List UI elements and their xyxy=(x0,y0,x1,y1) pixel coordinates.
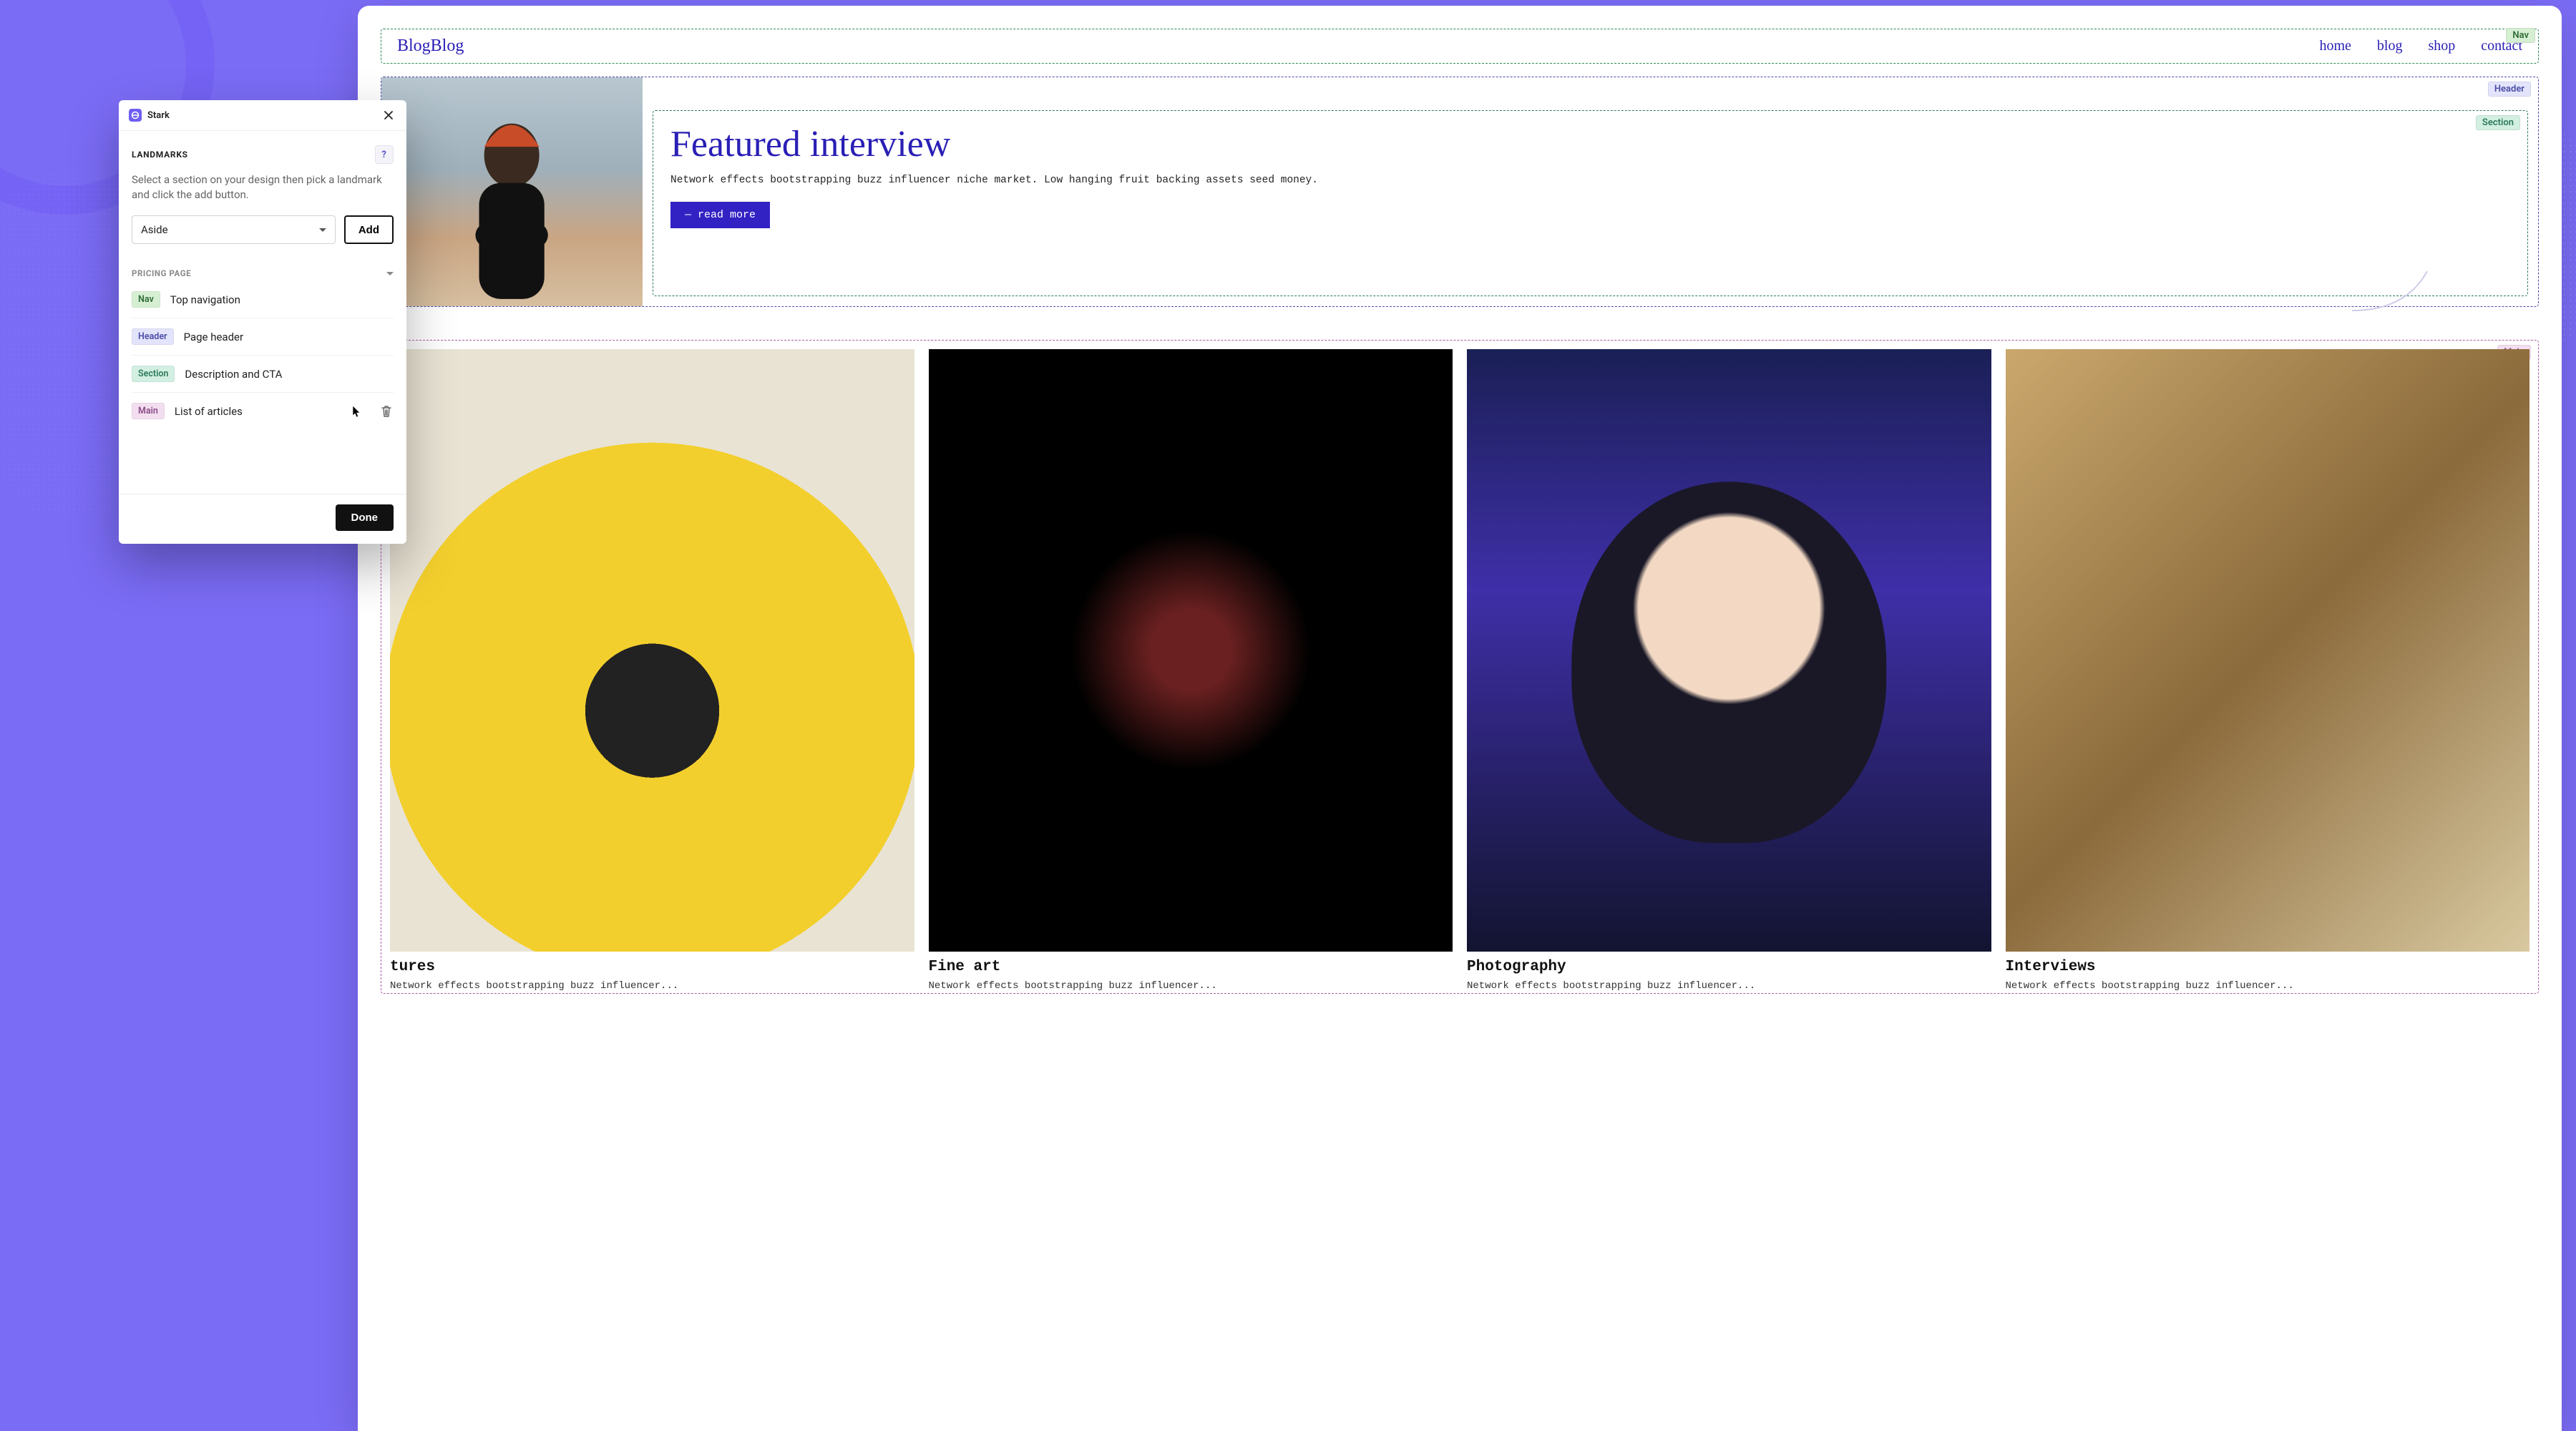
landmark-select[interactable]: Aside xyxy=(132,215,336,244)
landmark-row[interactable]: Header Page header xyxy=(132,318,394,356)
landmark-row[interactable]: Nav Top navigation xyxy=(132,281,394,318)
row-badge: Section xyxy=(132,366,175,382)
landmarks-label: LANDMARKS xyxy=(132,150,188,160)
hero-image xyxy=(381,77,643,306)
card-title: Photography xyxy=(1467,959,1991,975)
hint-text: Select a section on your design then pic… xyxy=(132,172,394,202)
nav-link-blog[interactable]: blog xyxy=(2377,38,2403,54)
landmark-nav-region[interactable]: BlogBlog home blog shop contact Nav xyxy=(381,29,2539,64)
site-logo: BlogBlog xyxy=(397,36,464,56)
panel-header: Stark xyxy=(119,100,406,131)
nav-link-home[interactable]: home xyxy=(2319,38,2351,54)
card-title: tures xyxy=(390,959,914,975)
landmark-list: Nav Top navigation Header Page header Se… xyxy=(132,281,394,429)
nav-badge: Nav xyxy=(2506,28,2535,43)
row-text: List of articles xyxy=(175,405,243,418)
header-badge: Header xyxy=(2488,82,2531,97)
decorative-swirl xyxy=(2348,250,2441,314)
panel-title: Stark xyxy=(147,110,170,121)
nav-links: home blog shop contact xyxy=(2319,38,2522,54)
landmark-section-region[interactable]: Section Featured interview Network effec… xyxy=(653,110,2528,296)
row-text: Page header xyxy=(184,331,244,343)
select-value: Aside xyxy=(141,223,168,236)
article-card[interactable]: Photography Network effects bootstrappin… xyxy=(1467,349,1991,993)
card-title: Interviews xyxy=(2006,959,2530,975)
close-icon[interactable] xyxy=(381,107,396,123)
card-body: Network effects bootstrapping buzz influ… xyxy=(1467,980,1991,993)
featured-title: Featured interview xyxy=(670,125,2510,163)
landmark-row[interactable]: Section Description and CTA xyxy=(132,356,394,393)
design-canvas: BlogBlog home blog shop contact Nav Head… xyxy=(358,6,2562,1431)
hero-person-illustration xyxy=(401,89,623,306)
row-text: Top navigation xyxy=(170,293,240,306)
stark-panel: Stark LANDMARKS ? Select a section on yo… xyxy=(119,100,406,544)
card-image xyxy=(390,349,914,952)
trash-icon[interactable] xyxy=(379,404,394,419)
read-more-button[interactable]: — read more xyxy=(670,202,770,228)
row-badge: Header xyxy=(132,328,174,345)
done-button[interactable]: Done xyxy=(336,504,394,531)
card-image xyxy=(1467,349,1991,952)
card-title: Fine art xyxy=(929,959,1453,975)
nav-link-shop[interactable]: shop xyxy=(2428,38,2455,54)
article-card[interactable]: tures Network effects bootstrapping buzz… xyxy=(390,349,914,993)
row-badge: Main xyxy=(132,403,165,419)
card-body: Network effects bootstrapping buzz influ… xyxy=(2006,980,2530,993)
stark-logo-icon xyxy=(129,109,142,122)
card-image xyxy=(2006,349,2530,952)
article-card[interactable]: Fine art Network effects bootstrapping b… xyxy=(929,349,1453,993)
add-button[interactable]: Add xyxy=(344,215,394,244)
featured-body: Network effects bootstrapping buzz influ… xyxy=(670,173,2510,187)
cursor-icon xyxy=(352,405,362,418)
row-text: Description and CTA xyxy=(185,368,282,381)
row-badge: Nav xyxy=(132,291,160,308)
group-toggle[interactable]: PRICING PAGE xyxy=(132,268,394,278)
card-image xyxy=(929,349,1453,952)
landmark-main-region[interactable]: Main tures Network effects bootstrapping… xyxy=(381,340,2539,994)
article-card[interactable]: Interviews Network effects bootstrapping… xyxy=(2006,349,2530,993)
card-body: Network effects bootstrapping buzz influ… xyxy=(390,980,914,993)
landmark-header-region[interactable]: Header Section Featured interview Networ… xyxy=(381,77,2539,307)
card-body: Network effects bootstrapping buzz influ… xyxy=(929,980,1453,993)
help-button[interactable]: ? xyxy=(375,145,394,164)
section-badge: Section xyxy=(2476,115,2520,130)
landmark-row[interactable]: Main List of articles xyxy=(132,393,394,429)
